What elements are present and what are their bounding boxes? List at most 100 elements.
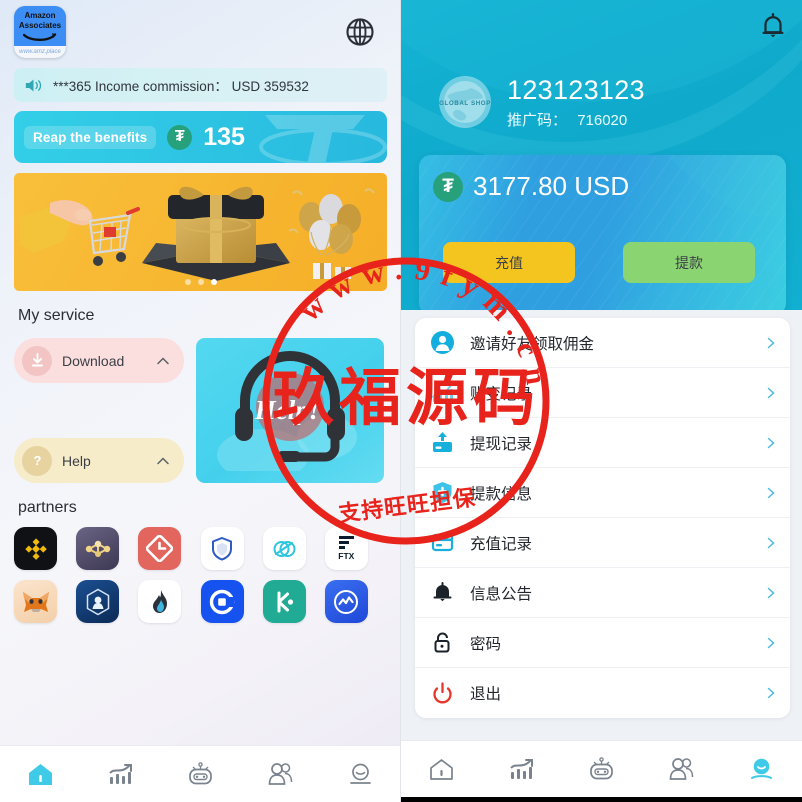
logo-url: www.amz.place: [14, 46, 66, 58]
menu-item-withdraw-info[interactable]: 提款信息: [415, 468, 790, 518]
partner-coinmarketcap-logo[interactable]: [324, 580, 368, 623]
menu-item-account-changes[interactable]: 账变记录: [415, 368, 790, 418]
menu-item-withdraw-records[interactable]: 提现记录: [415, 418, 790, 468]
usdt-coin-icon: ₮: [167, 124, 193, 150]
service-buttons-column: Download ? Help: [14, 338, 184, 483]
menu-item-logout[interactable]: 退出: [415, 668, 790, 718]
partners-grid: FTX: [14, 527, 387, 623]
carousel-dot[interactable]: [197, 279, 204, 285]
partner-binance-logo[interactable]: [14, 527, 57, 570]
menu-label: 退出: [470, 686, 502, 703]
menu-item-announcements[interactable]: 信息公告: [415, 568, 790, 618]
service-item-help[interactable]: ? Help: [14, 438, 184, 483]
menu-item-recharge-records[interactable]: 充值记录: [415, 518, 790, 568]
left-phone-screen: Amazon Associates www.amz.place ***365 I…: [0, 0, 401, 802]
tab-home[interactable]: [418, 752, 464, 786]
withdraw-card-icon: [429, 430, 455, 456]
globe-icon[interactable]: [345, 17, 375, 47]
svg-text:Help!: Help!: [254, 395, 320, 425]
partner-crypto-com-logo[interactable]: [76, 580, 120, 623]
left-top-bar: Amazon Associates www.amz.place: [0, 0, 401, 62]
partner-sui-logo[interactable]: [262, 527, 306, 570]
home-icon: [429, 758, 453, 780]
partner-huobi-logo[interactable]: [138, 580, 182, 623]
partner-gate-io-logo[interactable]: [138, 527, 182, 570]
partner-kucoin-logo[interactable]: [262, 580, 306, 623]
robot-icon: [189, 761, 212, 784]
benefits-amount: 135: [203, 122, 245, 151]
promo-code: 716020: [577, 111, 628, 129]
usdt-watermark-decor-icon: [259, 115, 387, 163]
chevron-right-icon: [767, 337, 775, 348]
amazon-associates-logo[interactable]: Amazon Associates www.amz.place: [14, 6, 66, 58]
credit-card-icon: [429, 530, 455, 556]
menu-label: 信息公告: [470, 585, 533, 603]
partner-ftx-logo[interactable]: FTX: [324, 527, 368, 570]
tab-home-active[interactable]: [17, 757, 63, 791]
chevron-right-icon: [767, 487, 775, 498]
menu-item-password[interactable]: 密码: [415, 618, 790, 668]
tab-team[interactable]: [258, 757, 304, 791]
tab-profile[interactable]: [338, 757, 384, 791]
menu-label: 提现记录: [470, 435, 533, 453]
tab-team[interactable]: [659, 752, 705, 786]
power-icon: [429, 680, 455, 706]
carousel-dot-active[interactable]: [210, 279, 217, 285]
person-icon: [350, 763, 372, 784]
chevron-right-icon: [767, 537, 775, 548]
recharge-button[interactable]: 充值: [443, 242, 575, 283]
left-tabbar: [0, 745, 401, 802]
benefits-label: Reap the benefits: [24, 125, 157, 149]
gift-box-illustration: [142, 186, 290, 281]
tab-robot[interactable]: [177, 757, 223, 791]
balance-amount: 3177.80 USD: [473, 171, 630, 201]
account-promo: 推广码： 716020: [507, 109, 645, 130]
carousel-dot[interactable]: [184, 279, 191, 285]
service-row: Download ? Help Help!: [0, 338, 401, 483]
shield-plus-icon: [429, 480, 455, 506]
global-shop-logo: GLOBAL SHOP: [437, 74, 493, 130]
benefits-banner[interactable]: Reap the benefits ₮ 135: [14, 111, 387, 163]
menu-label: 充值记录: [470, 535, 533, 553]
promo-label: 推广码：: [507, 111, 568, 129]
chevron-right-icon: [767, 387, 775, 398]
robot-icon: [590, 756, 613, 779]
partner-ftx-label: FTX: [338, 551, 355, 561]
tab-market[interactable]: [498, 752, 544, 786]
service-item-download[interactable]: Download: [14, 338, 184, 383]
income-marquee[interactable]: ***365 Income commission： USD 359532: [14, 68, 387, 102]
users-icon: [268, 762, 293, 785]
ftx-mark-icon: [338, 536, 354, 549]
bell-icon[interactable]: [758, 11, 788, 41]
chevron-right-icon: [767, 637, 775, 648]
account-username: 123123123: [507, 74, 645, 105]
usdt-coin-icon: ₮: [433, 171, 463, 202]
download-circle-icon: [22, 345, 52, 376]
bell-filled-icon: [429, 580, 455, 606]
tab-market[interactable]: [97, 757, 143, 791]
right-hero-header: GLOBAL SHOP 123123123 推广码： 716020 ₮ 3177…: [401, 0, 802, 310]
promo-carousel[interactable]: [14, 173, 387, 291]
partners-title: partners: [18, 499, 77, 516]
service-label-help: Help: [62, 452, 91, 469]
menu-label: 邀请好友领取佣金: [470, 335, 595, 353]
partner-metamask-logo[interactable]: [14, 580, 57, 623]
partner-safepal-logo[interactable]: [200, 527, 244, 570]
menu-item-invite-friends[interactable]: 邀请好友领取佣金: [415, 318, 790, 368]
right-tabbar: [401, 740, 802, 797]
balance-actions: 充值 提款: [419, 202, 786, 283]
carousel-dots[interactable]: [14, 279, 387, 285]
tab-robot[interactable]: [578, 752, 624, 786]
chevron-right-icon: [767, 587, 775, 598]
account-text: 123123123 推广码： 716020: [507, 75, 645, 130]
headset-icon: Help!: [217, 350, 357, 471]
question-circle-icon: ?: [22, 445, 52, 476]
account-block: GLOBAL SHOP 123123123 推广码： 716020: [437, 74, 645, 130]
withdraw-button[interactable]: 提款: [623, 242, 755, 283]
partner-tron-logo[interactable]: [76, 527, 120, 570]
user-avatar-icon: [429, 330, 455, 356]
partner-coinbase-logo[interactable]: [200, 580, 244, 623]
help-support-card[interactable]: Help!: [196, 338, 384, 483]
logo-line2: Associates: [18, 21, 62, 30]
tab-profile-active[interactable]: [739, 752, 785, 786]
